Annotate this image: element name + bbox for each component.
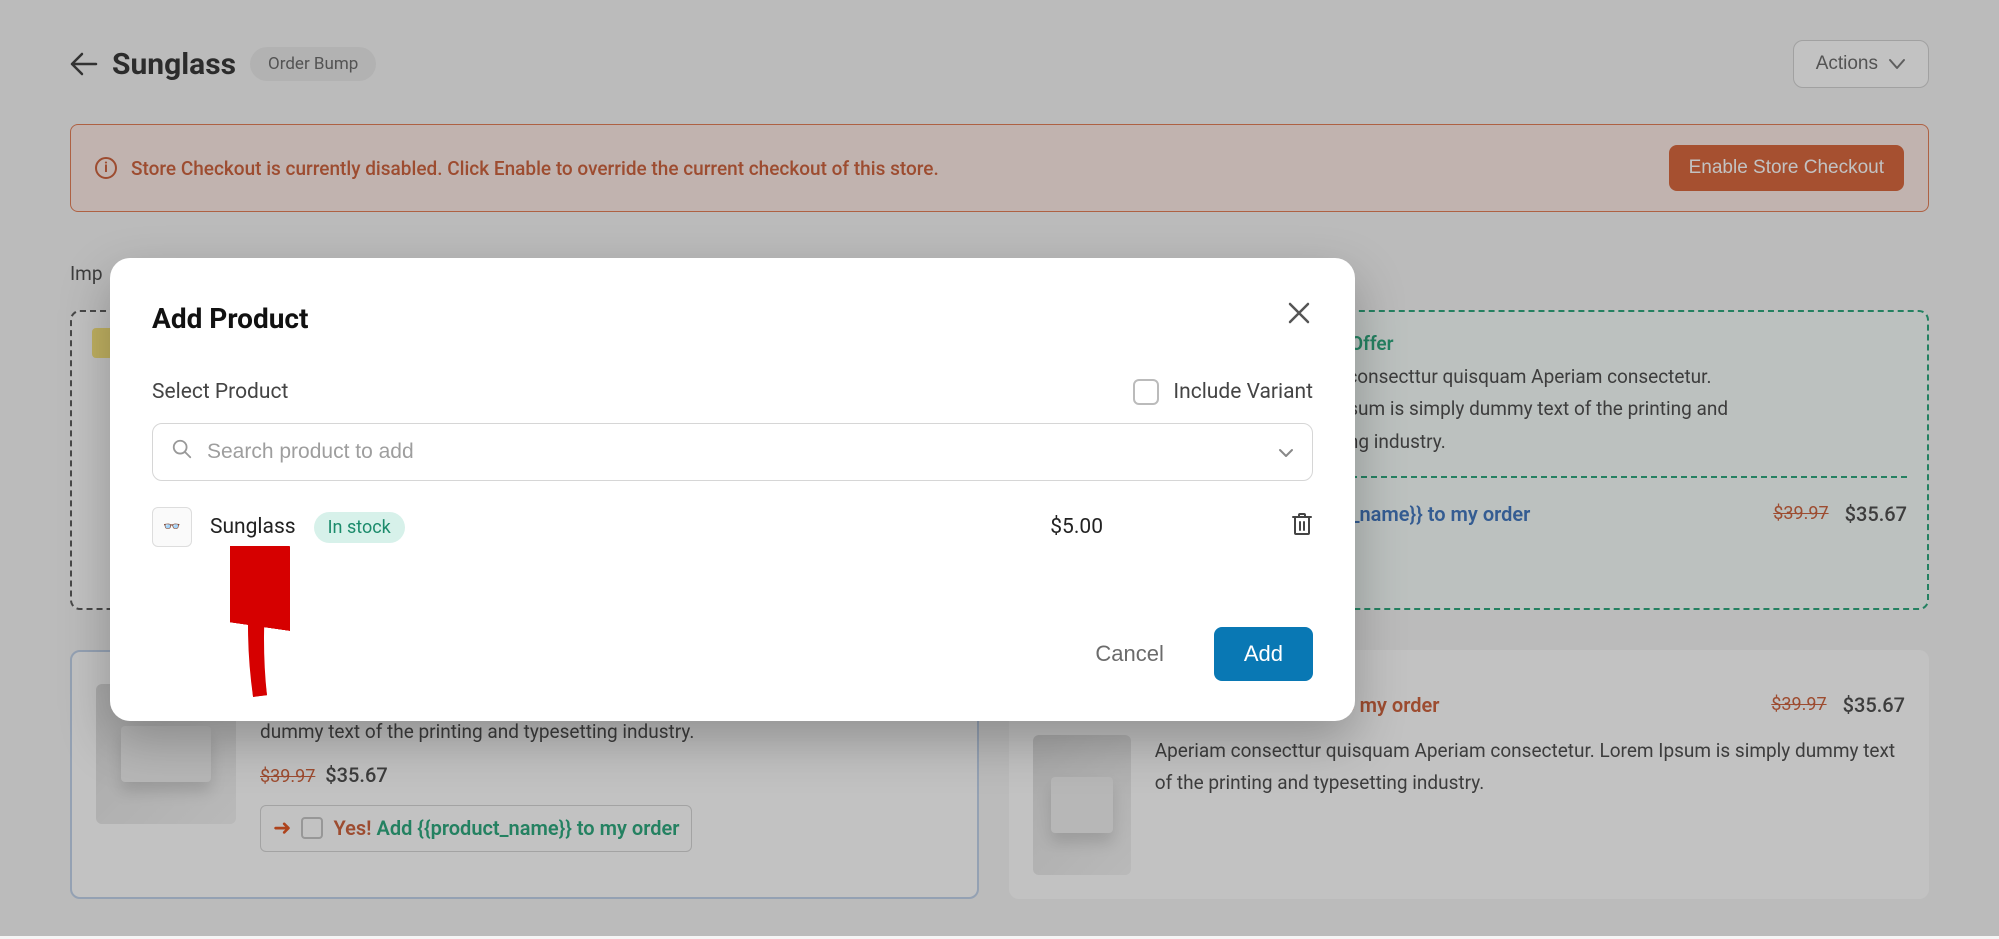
select-product-label: Select Product	[152, 380, 288, 404]
add-product-modal: Add Product Select Product Include Varia…	[110, 258, 1355, 721]
search-icon	[171, 438, 193, 466]
checkbox[interactable]	[1133, 379, 1159, 405]
modal-overlay: Add Product Select Product Include Varia…	[0, 0, 1999, 936]
modal-title: Add Product	[152, 302, 1313, 335]
include-variant-toggle[interactable]: Include Variant	[1133, 379, 1313, 405]
cancel-button[interactable]: Cancel	[1095, 641, 1163, 667]
close-icon[interactable]	[1287, 298, 1311, 333]
product-search-field[interactable]	[152, 423, 1313, 481]
include-variant-label: Include Variant	[1173, 380, 1313, 404]
product-thumb: 👓	[152, 507, 192, 547]
stock-badge: In stock	[314, 512, 405, 543]
chevron-down-icon[interactable]	[1278, 442, 1294, 463]
trash-icon[interactable]	[1291, 512, 1313, 542]
search-input[interactable]	[207, 440, 1264, 464]
product-price: $5.00	[1050, 515, 1103, 539]
selected-product-row: 👓 Sunglass In stock $5.00	[152, 507, 1313, 547]
product-name: Sunglass	[210, 515, 296, 539]
add-button[interactable]: Add	[1214, 627, 1313, 681]
